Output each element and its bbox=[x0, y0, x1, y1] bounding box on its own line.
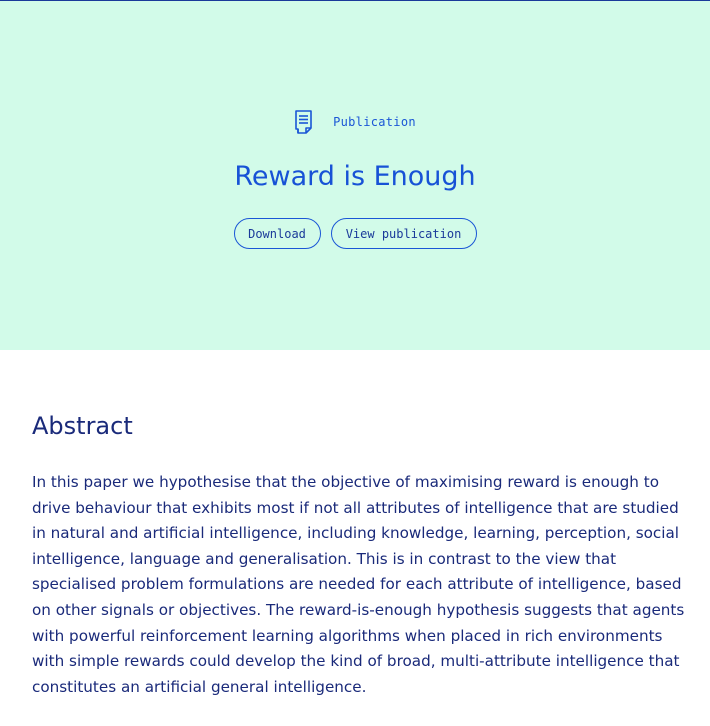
abstract-heading: Abstract bbox=[32, 412, 133, 440]
abstract-section: Abstract In this paper we hypothesise th… bbox=[0, 350, 710, 700]
publication-hero: Publication Reward is Enough Download Vi… bbox=[0, 1, 710, 350]
view-publication-button[interactable]: View publication bbox=[330, 218, 477, 249]
publication-kind-label: Publication bbox=[333, 115, 416, 129]
download-button[interactable]: Download bbox=[233, 218, 321, 249]
page-title: Reward is Enough bbox=[234, 161, 476, 192]
abstract-text: In this paper we hypothesise that the ob… bbox=[32, 473, 685, 696]
publication-actions: Download View publication bbox=[0, 218, 710, 249]
document-icon bbox=[294, 109, 314, 135]
publication-kind: Publication bbox=[0, 109, 710, 135]
